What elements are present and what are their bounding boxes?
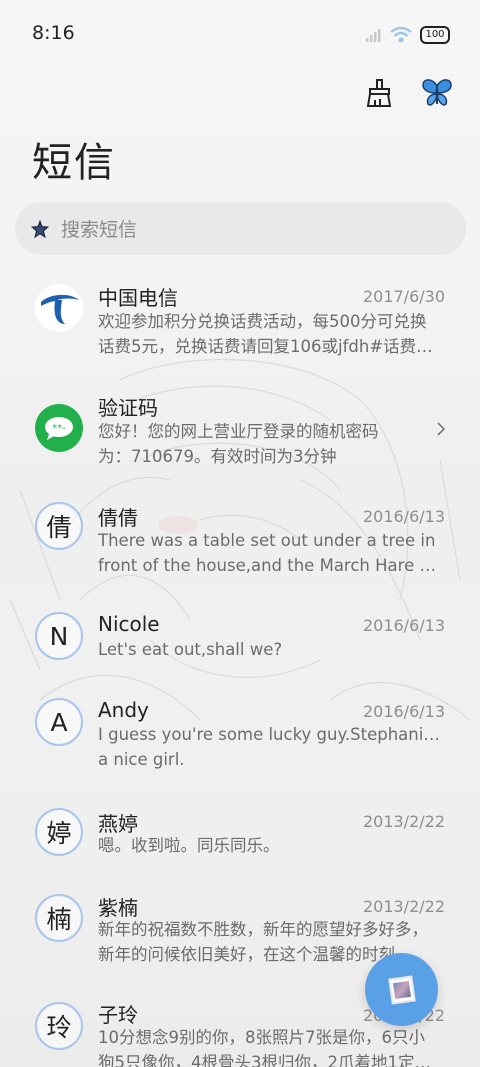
- thread-name: 子玲: [98, 1003, 138, 1027]
- preview-line: 10分想念9别的你，8张照片7张是你，6只小: [98, 1028, 425, 1047]
- butterfly-icon: [422, 79, 452, 106]
- avatar: A: [35, 698, 83, 746]
- thread-preview: Let's eat out,shall we?: [98, 638, 446, 663]
- thread-date: 2016/6/13: [362, 702, 445, 721]
- avatar: 玲: [35, 1002, 83, 1050]
- svg-text:**-: **-: [52, 423, 66, 434]
- thread-preview: 您好！您的网上营业厅登录的随机密码 为：710679。有效时间为3分钟: [98, 420, 418, 469]
- preview-line: 您好！您的网上营业厅登录的随机密码: [98, 422, 379, 441]
- broom-icon: [366, 79, 392, 107]
- preview-line: 狗5只像你，4根骨头3根归你，2爪着地1定…: [98, 1052, 431, 1067]
- battery-icon: 100: [420, 26, 450, 44]
- thread-date: 2017/6/30: [362, 287, 445, 306]
- thread-name: 燕婷: [98, 812, 138, 836]
- list-item[interactable]: N Nicole 2016/6/13 Let's eat out,shall w…: [0, 612, 480, 688]
- avatar: 倩: [35, 502, 83, 550]
- list-item[interactable]: 中国电信 2017/6/30 欢迎参加积分兑换话费活动，每500分可兑换 话费5…: [0, 282, 480, 382]
- thread-name: 紫楠: [98, 896, 138, 920]
- page-title: 短信: [32, 140, 116, 186]
- thread-name: 倩倩: [98, 506, 138, 530]
- status-bar: 8:16 100: [0, 0, 480, 68]
- preview-line: 为：710679。有效时间为3分钟: [98, 446, 337, 466]
- search-icon: [31, 219, 49, 238]
- avatar: N: [35, 612, 83, 660]
- chevron-right-icon: [437, 422, 446, 436]
- avatar: 楠: [35, 894, 83, 942]
- thread-date: 2013/2/22: [362, 812, 445, 831]
- preview-line: 嗯。收到啦。同乐同乐。: [98, 836, 280, 855]
- list-item[interactable]: 倩 倩倩 2016/6/13 There was a table set out…: [0, 502, 480, 602]
- list-item[interactable]: 婷 燕婷 2013/2/22 嗯。收到啦。同乐同乐。: [0, 808, 480, 888]
- preview-line: a nice girl.: [98, 749, 185, 769]
- search-placeholder: 搜索短信: [61, 219, 138, 241]
- thread-preview: I guess you're some lucky guy.Stephanie …: [98, 723, 446, 772]
- message-bubble-icon: **-: [45, 417, 73, 440]
- status-icons: 100: [366, 22, 450, 48]
- thread-name: 验证码: [98, 396, 158, 420]
- thread-name: 中国电信: [98, 286, 178, 310]
- thread-preview: 嗯。收到啦。同乐同乐。: [98, 834, 446, 859]
- compose-icon: [387, 974, 416, 1005]
- thread-preview: 10分想念9别的你，8张照片7张是你，6只小 狗5只像你，4根骨头3根归你，2爪…: [98, 1026, 446, 1067]
- preview-line: 欢迎参加积分兑换话费活动，每500分可兑换: [98, 312, 427, 331]
- wifi-icon: [390, 26, 412, 43]
- top-actions: [362, 76, 454, 110]
- status-time: 8:16: [32, 22, 75, 44]
- preview-line: 新年的祝福数不胜数，新年的愿望好多好多，: [98, 920, 428, 939]
- search-input[interactable]: 搜索短信: [15, 202, 466, 255]
- thread-name: Nicole: [98, 612, 160, 636]
- avatar: [35, 284, 83, 332]
- thread-preview: 欢迎参加积分兑换话费活动，每500分可兑换 话费5元，兑换话费请回复106或jf…: [98, 310, 446, 359]
- thread-date: 2013/2/22: [362, 897, 445, 916]
- thread-name: Andy: [98, 698, 149, 722]
- thread-date: 2016/6/13: [362, 507, 445, 526]
- preview-line: I guess you're some lucky guy.Stephanie …: [98, 725, 446, 744]
- china-telecom-logo-icon: [36, 285, 82, 331]
- list-item[interactable]: **- 验证码 您好！您的网上营业厅登录的随机密码 为：710679。有效时间为…: [0, 392, 480, 492]
- avatar: 婷: [35, 808, 83, 856]
- avatar: **-: [35, 404, 83, 452]
- clean-button[interactable]: [362, 76, 396, 110]
- theme-button[interactable]: [420, 76, 454, 110]
- signal-icon: [366, 29, 381, 42]
- preview-line: There was a table set out under a tree i…: [98, 531, 436, 550]
- preview-line: Let's eat out,shall we?: [98, 640, 283, 659]
- list-item[interactable]: A Andy 2016/6/13 I guess you're some luc…: [0, 698, 480, 798]
- preview-line: front of the house,and the March Hare an…: [98, 555, 446, 575]
- preview-line: 话费5元，兑换话费请回复106或jfdh#话费…: [98, 336, 433, 356]
- thread-preview: There was a table set out under a tree i…: [98, 529, 446, 578]
- compose-button[interactable]: [365, 953, 438, 1026]
- thread-date: 2016/6/13: [362, 616, 445, 635]
